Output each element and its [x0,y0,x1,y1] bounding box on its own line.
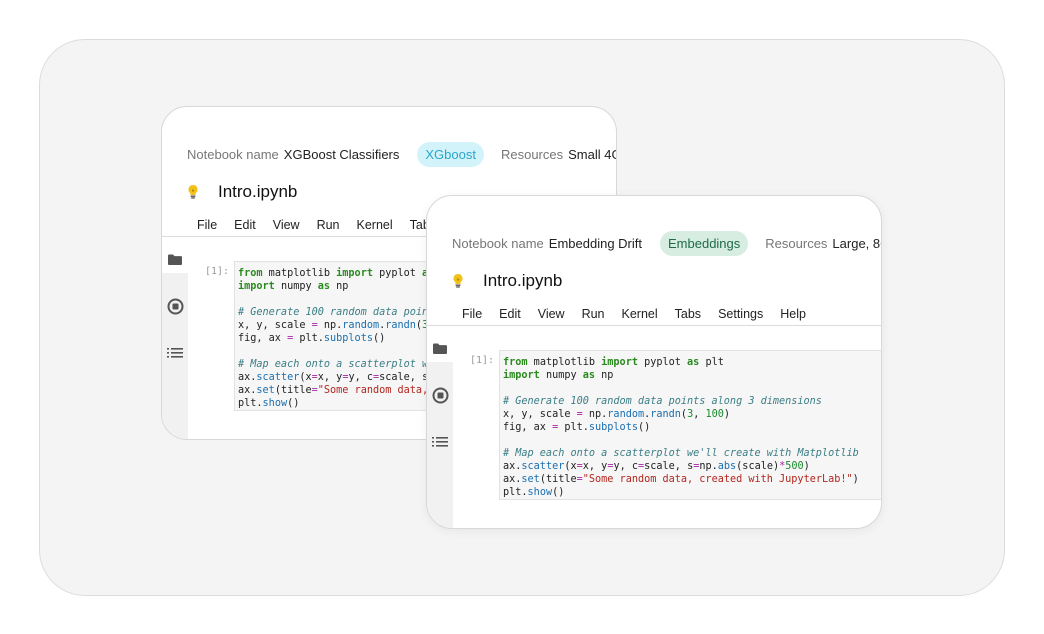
notebook-name-label: Notebook name [452,236,544,251]
lightbulb-icon [452,273,464,289]
menu-edit[interactable]: Edit [234,218,256,232]
code-cell[interactable]: from matplotlib import pyplot as plt impo… [499,350,881,500]
menu-kernel[interactable]: Kernel [357,218,393,232]
notebook-card-embeddings: Notebook name Embedding Drift Embeddings… [426,195,882,529]
stop-circle-icon[interactable] [167,298,184,320]
cell-prompt: [1]: [205,266,230,277]
resources-label: Resources [765,236,828,251]
resources-label: Resources [500,147,564,162]
notebook-name: XGBoost Classifiers [283,147,400,162]
folder-icon[interactable] [432,342,448,360]
menu-tabs[interactable]: Tabs [675,307,701,321]
code-line: # Generate 100 random data points along … [503,396,822,407]
environment-badge[interactable]: XGboost [417,142,484,167]
menu-view[interactable]: View [538,307,565,321]
code-line: x, y, scale = np.random.randn(3, 100) [503,409,731,420]
notebook-title: Intro.ipynb [187,182,297,202]
notebook-name: Embedding Drift [548,236,642,251]
menu-help[interactable]: Help [780,307,806,321]
menu-file[interactable]: File [462,307,482,321]
code-line: # Map each onto a scatterplot we'll crea… [503,448,859,459]
table-of-contents-icon[interactable] [432,436,448,454]
cell-prompt: [1]: [470,355,495,366]
file-name[interactable]: Intro.ipynb [218,182,297,202]
environment-badge[interactable]: Embeddings [660,231,749,256]
menu-settings[interactable]: Settings [718,307,763,321]
menu-run[interactable]: Run [317,218,340,232]
code-line: import numpy as np [503,370,614,381]
menu-file[interactable]: File [197,218,217,232]
notebook-title: Intro.ipynb [452,271,562,291]
file-name[interactable]: Intro.ipynb [483,271,562,291]
menu-kernel[interactable]: Kernel [622,307,658,321]
stop-circle-icon[interactable] [432,387,449,409]
code-line: plt.show() [503,487,565,498]
left-sidebar [162,237,188,439]
menu-view[interactable]: View [273,218,300,232]
menu-divider [427,325,881,326]
notebook-name-label: Notebook name [187,147,279,162]
menu-run[interactable]: Run [582,307,605,321]
table-of-contents-icon[interactable] [167,347,183,365]
resources-value: Small 4GB, [568,147,616,162]
notebook-meta: Notebook name XGBoost Classifiers XGboos… [187,142,616,167]
code-line: from matplotlib import pyplot as plt [503,357,724,368]
code-line: ax.scatter(x=x, y=y, c=scale, s=np.abs(s… [503,461,810,472]
left-sidebar [427,326,453,528]
menu-edit[interactable]: Edit [499,307,521,321]
resources-value: Large, 8GP, [832,236,881,251]
folder-icon[interactable] [167,253,183,271]
notebook-meta: Notebook name Embedding Drift Embeddings… [452,231,881,256]
code-line: ax.set(title="Some random data, created … [503,474,859,485]
code-line: fig, ax = plt.subplots() [503,422,651,433]
menu-bar: File Edit View Run Kernel Tabs Settings … [462,307,823,321]
menu-bar: File Edit View Run Kernel Tabs [197,218,453,232]
lightbulb-icon [187,184,199,200]
